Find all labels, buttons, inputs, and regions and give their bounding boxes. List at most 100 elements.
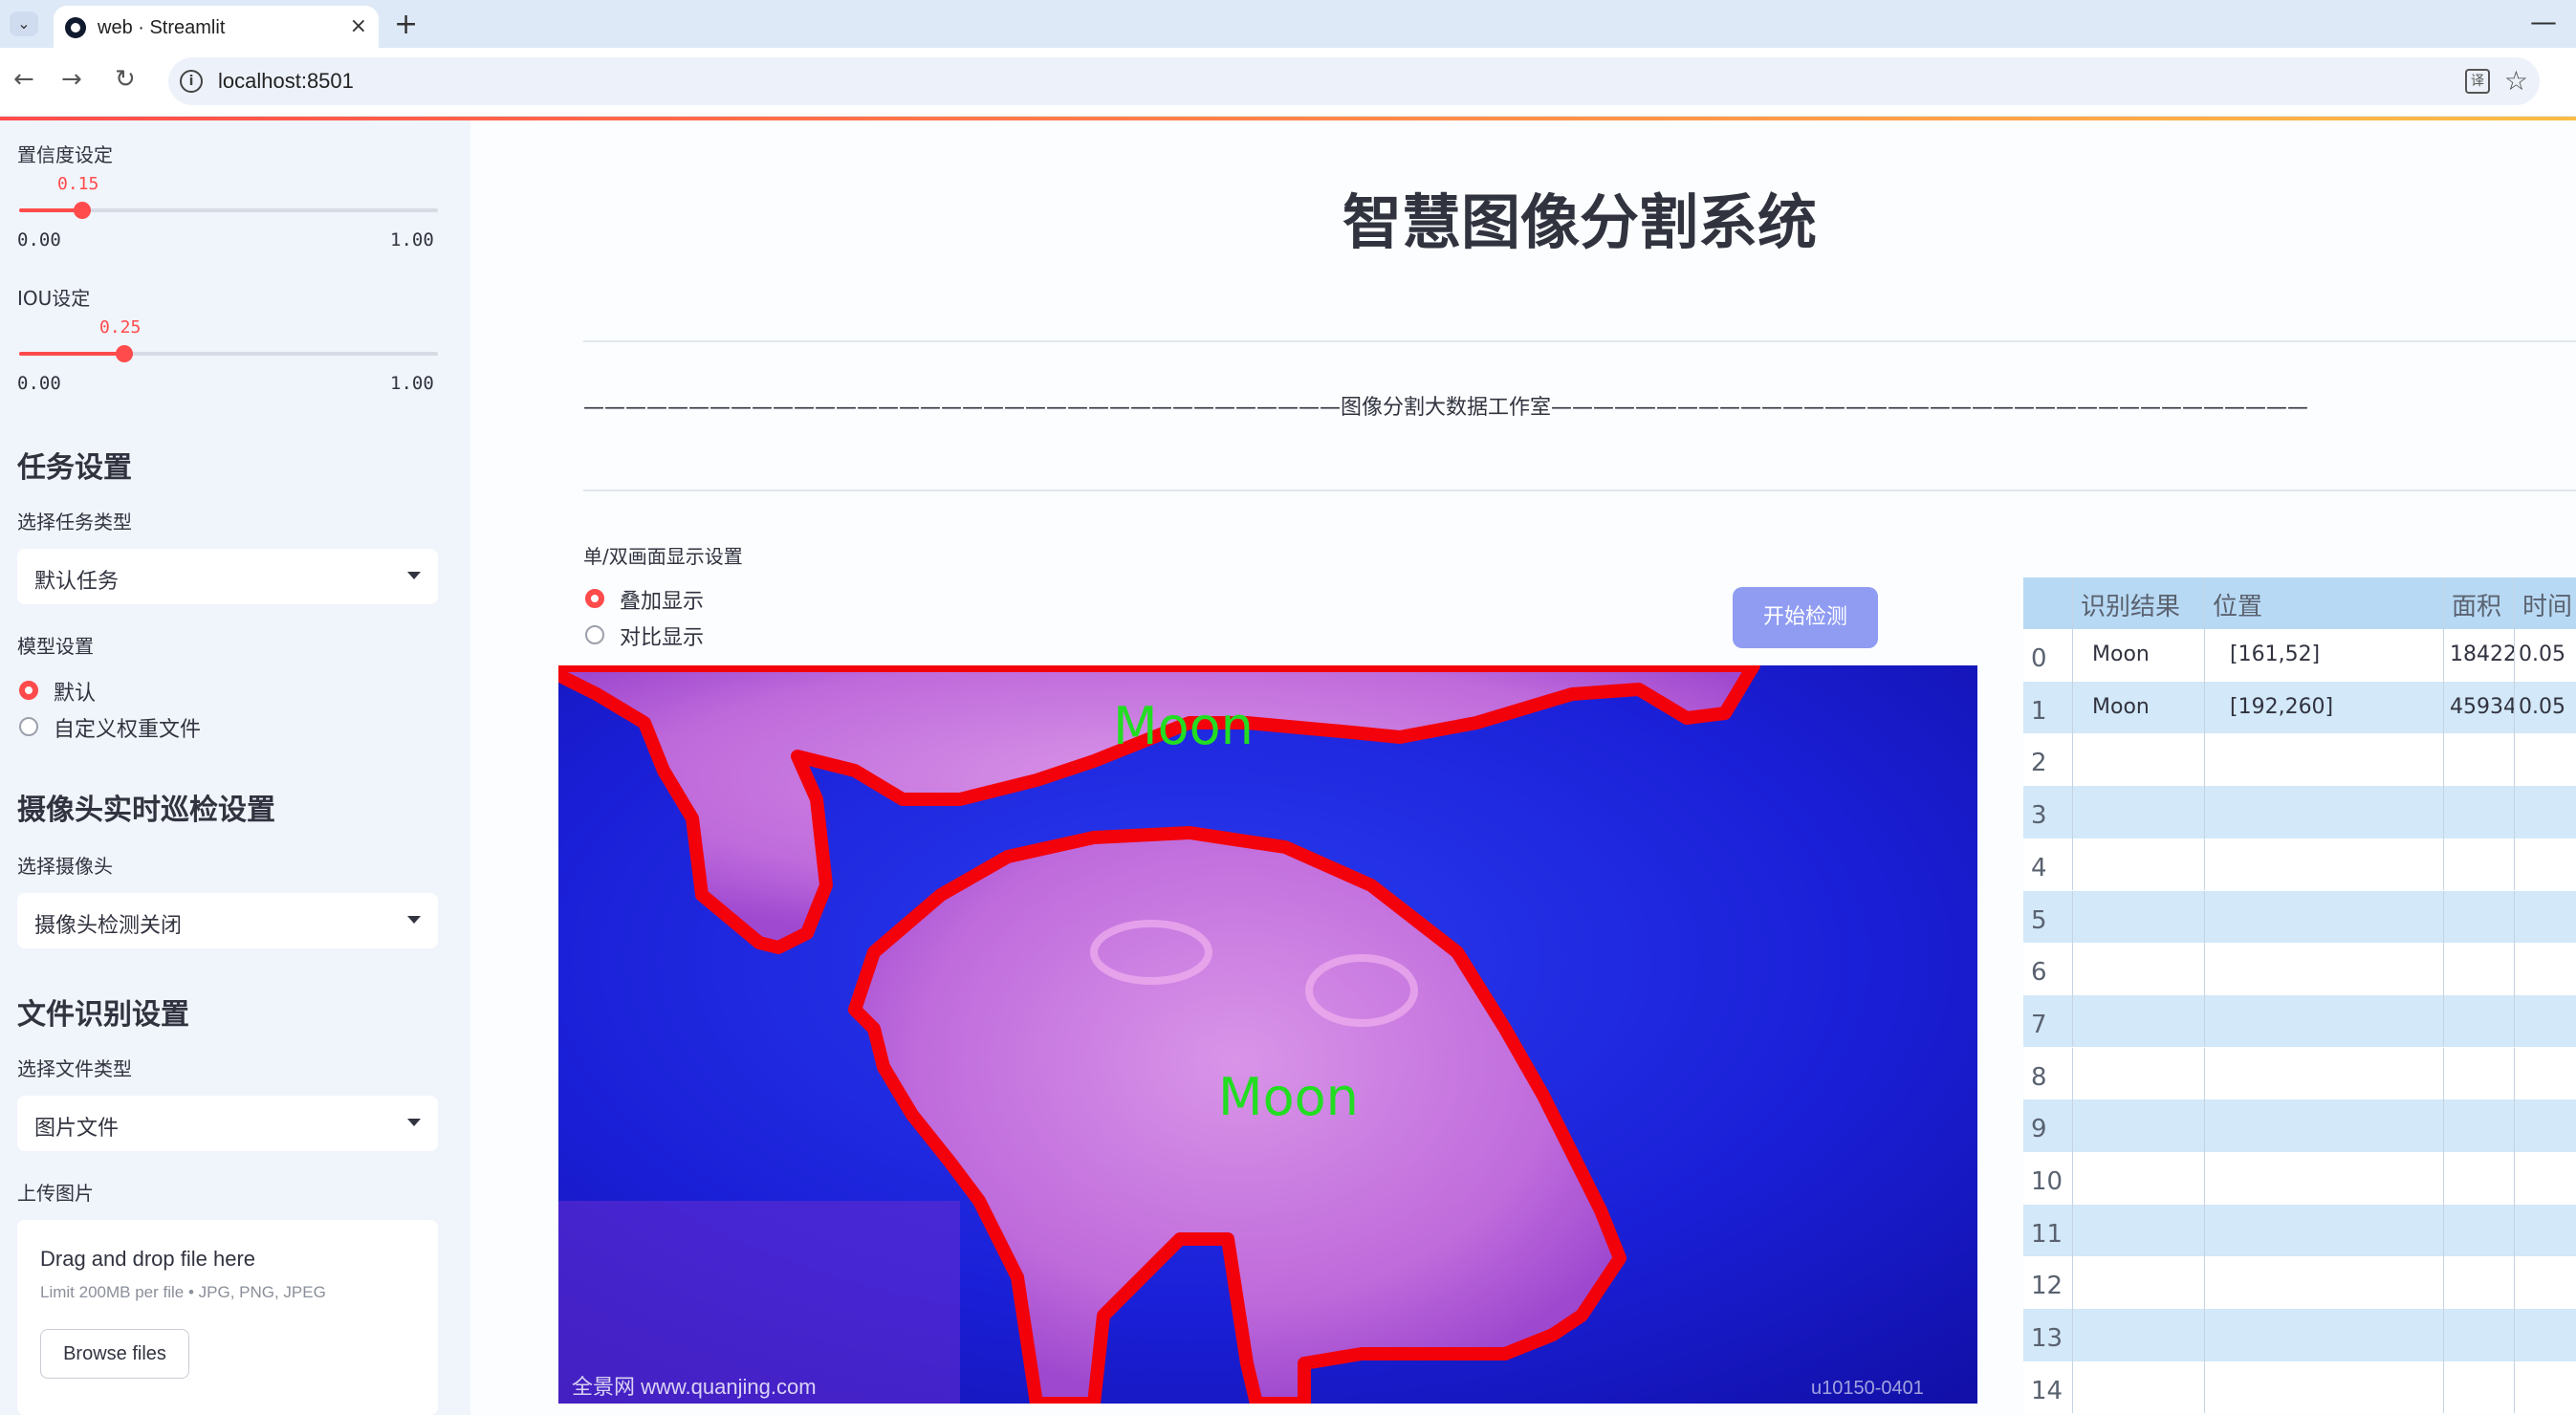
- browser-tab[interactable]: web · Streamlit ×: [54, 6, 379, 48]
- camera-select[interactable]: 摄像头检测关闭: [17, 893, 438, 948]
- close-tab-icon[interactable]: ×: [350, 14, 367, 38]
- table-row[interactable]: 2: [2023, 733, 2576, 786]
- table-header-row: 识别结果 位置 面积 时间: [2023, 577, 2576, 629]
- table-row[interactable]: 9: [2023, 1099, 2576, 1152]
- minimize-window-button[interactable]: —: [2530, 6, 2557, 37]
- table-cell: [2073, 1256, 2205, 1309]
- table-cell: 3: [2023, 786, 2073, 838]
- table-cell: 45934: [2444, 681, 2515, 734]
- table-cell: [2444, 1152, 2515, 1205]
- table-cell: [2205, 1309, 2444, 1361]
- file-dropzone[interactable]: Drag and drop file here Limit 200MB per …: [17, 1220, 438, 1415]
- task-settings-heading: 任务设置: [17, 451, 132, 485]
- table-header-cell[interactable]: 时间: [2515, 577, 2576, 629]
- table-row[interactable]: 3: [2023, 786, 2576, 838]
- table-cell: [2444, 1047, 2515, 1100]
- forward-arrow-icon[interactable]: →: [61, 65, 82, 94]
- camera-label: 选择摄像头: [17, 855, 113, 878]
- table-row[interactable]: 5: [2023, 890, 2576, 943]
- table-cell: [2205, 1256, 2444, 1309]
- table-cell: [2515, 838, 2576, 891]
- table-cell: [2205, 786, 2444, 838]
- model-settings-label: 模型设置: [17, 635, 94, 658]
- table-cell: [2073, 1152, 2205, 1205]
- reload-icon[interactable]: ↻: [115, 65, 136, 94]
- table-cell: [2205, 994, 2444, 1048]
- table-header-cell[interactable]: [2023, 577, 2073, 629]
- task-type-select[interactable]: 默认任务: [17, 549, 438, 604]
- bookmark-star-icon[interactable]: ☆: [2504, 65, 2528, 97]
- iou-slider-thumb[interactable]: [115, 345, 133, 362]
- divider: [583, 490, 2576, 491]
- radio-unselected-icon[interactable]: [19, 717, 38, 736]
- file-settings-heading: 文件识别设置: [17, 998, 189, 1032]
- table-row[interactable]: 10: [2023, 1152, 2576, 1205]
- chevron-down-icon: [407, 916, 421, 924]
- table-cell: [2515, 1309, 2576, 1361]
- confidence-value: 0.15: [57, 174, 99, 194]
- table-cell: 5: [2023, 890, 2073, 943]
- table-row[interactable]: 13: [2023, 1309, 2576, 1361]
- table-cell: [2515, 786, 2576, 838]
- table-cell: [2205, 1204, 2444, 1257]
- table-cell: [2444, 1361, 2515, 1414]
- segmentation-result-image: Moon Moon 全景网 www.quanjing.com u10150-04…: [558, 665, 1977, 1404]
- table-cell: [2073, 994, 2205, 1048]
- page-title: 智慧图像分割系统: [1342, 187, 1817, 257]
- table-row[interactable]: 14: [2023, 1361, 2576, 1414]
- table-header-cell[interactable]: 位置: [2205, 577, 2444, 629]
- table-row[interactable]: 12: [2023, 1256, 2576, 1309]
- table-cell: 1: [2023, 681, 2073, 734]
- iou-slider-fill: [19, 352, 124, 356]
- table-cell: Moon: [2073, 629, 2205, 682]
- back-arrow-icon[interactable]: ←: [13, 65, 34, 94]
- table-cell: [2073, 1047, 2205, 1100]
- model-option-label: 默认: [54, 682, 97, 706]
- table-row[interactable]: 4: [2023, 838, 2576, 891]
- url-text[interactable]: localhost:8501: [218, 69, 354, 94]
- table-header-cell[interactable]: 面积: [2444, 577, 2515, 629]
- site-info-icon[interactable]: i: [180, 70, 203, 93]
- table-header-cell[interactable]: 识别结果: [2073, 577, 2205, 629]
- table-row[interactable]: 11: [2023, 1204, 2576, 1257]
- start-detection-button[interactable]: 开始检测: [1733, 587, 1878, 648]
- watermark-right: u10150-0401: [1811, 1378, 1924, 1399]
- table-cell: [2515, 1361, 2576, 1414]
- confidence-label: 置信度设定: [17, 143, 113, 166]
- table-cell: [2515, 1048, 2576, 1100]
- radio-selected-icon[interactable]: [19, 681, 38, 700]
- display-option-label: 对比显示: [620, 626, 705, 650]
- translate-icon[interactable]: 译: [2465, 69, 2490, 94]
- confidence-slider-thumb[interactable]: [73, 202, 91, 219]
- table-cell: [2444, 890, 2515, 943]
- table-cell: [161,52]: [2205, 629, 2444, 682]
- model-option-label: 自定义权重文件: [54, 718, 202, 742]
- table-row[interactable]: 6: [2023, 943, 2576, 995]
- task-type-label: 选择任务类型: [17, 511, 132, 533]
- table-cell: [2205, 1047, 2444, 1100]
- browse-files-button[interactable]: Browse files: [40, 1329, 189, 1379]
- table-cell: [2515, 733, 2576, 786]
- table-cell: [2073, 1099, 2205, 1152]
- table-cell: 8: [2023, 1047, 2073, 1100]
- table-row[interactable]: 0 Moon [161,52] 18422 0.05: [2023, 629, 2576, 682]
- table-cell: [2205, 838, 2444, 891]
- iou-label: IOU设定: [17, 287, 91, 310]
- table-row[interactable]: 1 Moon [192,260] 45934 0.05: [2023, 681, 2576, 734]
- table-cell: [2073, 1204, 2205, 1257]
- radio-unselected-icon[interactable]: [585, 625, 604, 644]
- table-cell: [2515, 995, 2576, 1048]
- url-field[interactable]: i localhost:8501 译 ☆: [168, 57, 2540, 105]
- table-row[interactable]: 8: [2023, 1047, 2576, 1100]
- radio-selected-icon[interactable]: [585, 589, 604, 608]
- table-row[interactable]: 7: [2023, 994, 2576, 1048]
- browser-tab-strip: ⌄ web · Streamlit × + —: [0, 0, 2576, 48]
- confidence-min: 0.00: [17, 229, 61, 250]
- iou-slider[interactable]: [19, 345, 438, 362]
- tab-search-menu-icon[interactable]: ⌄: [10, 11, 38, 36]
- table-cell: [2073, 943, 2205, 995]
- new-tab-button[interactable]: +: [394, 8, 418, 41]
- iou-value: 0.25: [99, 317, 142, 337]
- file-type-select[interactable]: 图片文件: [17, 1096, 438, 1151]
- confidence-slider[interactable]: [19, 202, 438, 219]
